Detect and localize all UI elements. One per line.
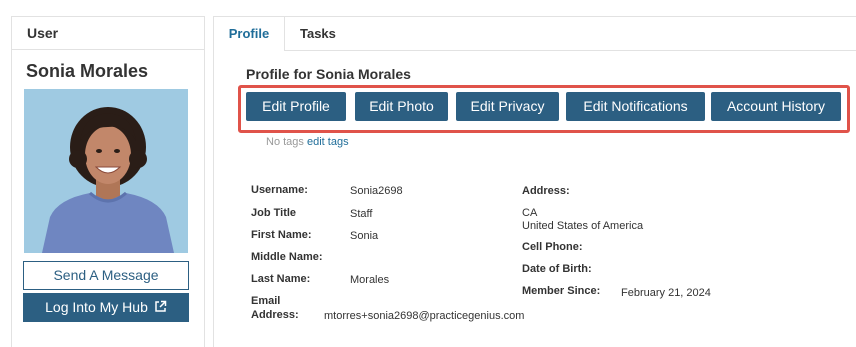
edit-notifications-button[interactable]: Edit Notifications [566,92,705,121]
middle-name-label: Middle Name: [251,251,323,263]
last-name-value: Morales [350,274,390,286]
job-title-label: Job Title [251,207,297,219]
edit-photo-button[interactable]: Edit Photo [355,92,448,121]
log-into-hub-label: Log Into My Hub [45,299,148,315]
external-link-icon [154,294,167,323]
cell-phone-label: Cell Phone: [522,241,583,253]
address-line2: United States of America [522,220,644,232]
last-name-label: Last Name: [251,273,311,285]
user-name: Sonia Morales [26,61,149,81]
email-label-line2: Address: [251,309,299,321]
tags-line: No tags edit tags [266,136,349,148]
tab-profile[interactable]: Profile [214,17,285,51]
dob-label: Date of Birth: [522,263,592,275]
user-sidebar: User Sonia Morales Send A Message Log In [11,16,205,347]
member-since-label: Member Since: [522,285,601,297]
tab-bar: Profile Tasks [214,17,856,51]
edit-privacy-button[interactable]: Edit Privacy [456,92,559,121]
account-history-button[interactable]: Account History [711,92,841,121]
first-name-label: First Name: [251,229,312,241]
job-title-value: Staff [350,208,373,220]
first-name-value: Sonia [350,230,379,242]
page-title: Profile for Sonia Morales [246,66,411,82]
tab-tasks[interactable]: Tasks [300,17,336,50]
address-line1: CA [522,207,538,219]
email-value: mtorres+sonia2698@practicegenius.com [324,310,525,322]
edit-profile-button[interactable]: Edit Profile [246,92,346,121]
sidebar-header: User [12,17,204,50]
avatar [24,89,188,253]
log-into-hub-button[interactable]: Log Into My Hub [23,293,189,322]
member-since-value: February 21, 2024 [621,287,711,299]
main-panel: Profile Tasks Profile for Sonia Morales … [213,16,856,347]
no-tags-text: No tags [266,136,304,148]
send-message-button[interactable]: Send A Message [23,261,189,290]
address-label: Address: [522,185,570,197]
edit-tags-link[interactable]: edit tags [307,136,349,148]
username-value: Sonia2698 [350,185,403,197]
username-label: Username: [251,184,308,196]
email-label-line1: Email [251,295,281,307]
avatar-photo [24,89,188,253]
